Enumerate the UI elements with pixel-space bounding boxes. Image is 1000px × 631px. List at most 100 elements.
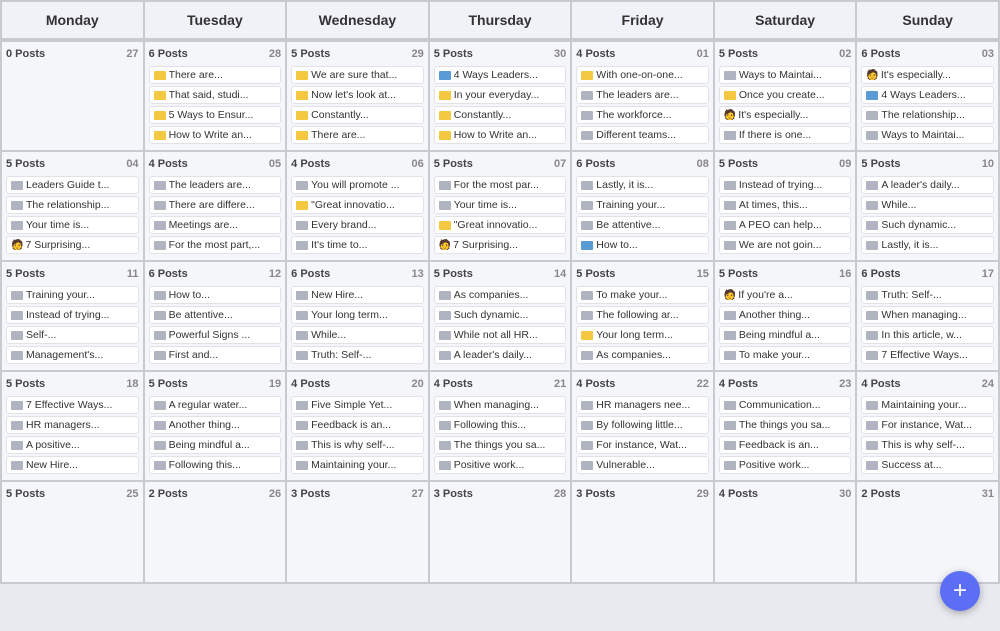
post-item[interactable]: A positive...: [6, 436, 139, 454]
post-item[interactable]: New Hire...: [6, 456, 139, 474]
post-item[interactable]: 4 Ways Leaders...: [434, 66, 567, 84]
post-item[interactable]: The things you sa...: [719, 416, 852, 434]
post-item[interactable]: Feedback is an...: [291, 416, 424, 434]
post-item[interactable]: The workforce...: [576, 106, 709, 124]
post-item[interactable]: HR managers nee...: [576, 396, 709, 414]
post-item[interactable]: With one-on-one...: [576, 66, 709, 84]
day-cell-week2-monday[interactable]: 5 Posts04Leaders Guide t...The relations…: [2, 152, 143, 260]
post-item[interactable]: This is why self-...: [861, 436, 994, 454]
post-item[interactable]: There are...: [149, 66, 282, 84]
post-item[interactable]: Such dynamic...: [861, 216, 994, 234]
post-item[interactable]: 🧑If you're a...: [719, 286, 852, 304]
post-item[interactable]: Positive work...: [434, 456, 567, 474]
post-item[interactable]: The leaders are...: [576, 86, 709, 104]
post-item[interactable]: 7 Effective Ways...: [861, 346, 994, 364]
post-item[interactable]: Another thing...: [149, 416, 282, 434]
day-cell-week3-friday[interactable]: 5 Posts15To make your...The following ar…: [572, 262, 713, 370]
post-item[interactable]: While not all HR...: [434, 326, 567, 344]
day-cell-week2-wednesday[interactable]: 4 Posts06You will promote ..."Great inno…: [287, 152, 428, 260]
post-item[interactable]: A leader's daily...: [861, 176, 994, 194]
post-item[interactable]: 🧑It's especially...: [861, 66, 994, 84]
post-item[interactable]: Ways to Maintai...: [861, 126, 994, 144]
post-item[interactable]: To make your...: [576, 286, 709, 304]
post-item[interactable]: Instead of trying...: [6, 306, 139, 324]
post-item[interactable]: The things you sa...: [434, 436, 567, 454]
post-item[interactable]: A regular water...: [149, 396, 282, 414]
day-cell-week3-thursday[interactable]: 5 Posts14As companies...Such dynamic...W…: [430, 262, 571, 370]
day-cell-week5-saturday[interactable]: 4 Posts30: [715, 482, 856, 582]
post-item[interactable]: HR managers...: [6, 416, 139, 434]
post-item[interactable]: Positive work...: [719, 456, 852, 474]
post-item[interactable]: 🧑7 Surprising...: [6, 236, 139, 254]
post-item[interactable]: That said, studi...: [149, 86, 282, 104]
day-cell-week4-sunday[interactable]: 4 Posts24Maintaining your...For instance…: [857, 372, 998, 480]
day-cell-week4-tuesday[interactable]: 5 Posts19A regular water...Another thing…: [145, 372, 286, 480]
post-item[interactable]: Management's...: [6, 346, 139, 364]
post-item[interactable]: How to...: [149, 286, 282, 304]
post-item[interactable]: The relationship...: [6, 196, 139, 214]
day-cell-week1-wednesday[interactable]: 5 Posts29We are sure that...Now let's lo…: [287, 42, 428, 150]
post-item[interactable]: As companies...: [434, 286, 567, 304]
post-item[interactable]: While...: [291, 326, 424, 344]
day-cell-week4-wednesday[interactable]: 4 Posts20Five Simple Yet...Feedback is a…: [287, 372, 428, 480]
day-cell-week1-tuesday[interactable]: 6 Posts28There are...That said, studi...…: [145, 42, 286, 150]
post-item[interactable]: Constantly...: [434, 106, 567, 124]
post-item[interactable]: Be attentive...: [149, 306, 282, 324]
post-item[interactable]: Such dynamic...: [434, 306, 567, 324]
post-item[interactable]: Your time is...: [434, 196, 567, 214]
post-item[interactable]: 🧑7 Surprising...: [434, 236, 567, 254]
post-item[interactable]: How to Write an...: [434, 126, 567, 144]
day-cell-week5-wednesday[interactable]: 3 Posts27: [287, 482, 428, 582]
post-item[interactable]: If there is one...: [719, 126, 852, 144]
post-item[interactable]: To make your...: [719, 346, 852, 364]
day-cell-week5-friday[interactable]: 3 Posts29: [572, 482, 713, 582]
post-item[interactable]: New Hire...: [291, 286, 424, 304]
post-item[interactable]: Once you create...: [719, 86, 852, 104]
post-item[interactable]: How to...: [576, 236, 709, 254]
day-cell-week4-saturday[interactable]: 4 Posts23Communication...The things you …: [715, 372, 856, 480]
post-item[interactable]: When managing...: [861, 306, 994, 324]
post-item[interactable]: 7 Effective Ways...: [6, 396, 139, 414]
post-item[interactable]: Being mindful a...: [719, 326, 852, 344]
post-item[interactable]: In this article, w...: [861, 326, 994, 344]
post-item[interactable]: It's time to...: [291, 236, 424, 254]
post-item[interactable]: There are differe...: [149, 196, 282, 214]
post-item[interactable]: Be attentive...: [576, 216, 709, 234]
day-cell-week1-sunday[interactable]: 6 Posts03🧑It's especially...4 Ways Leade…: [857, 42, 998, 150]
post-item[interactable]: 4 Ways Leaders...: [861, 86, 994, 104]
post-item[interactable]: Lastly, it is...: [576, 176, 709, 194]
post-item[interactable]: Ways to Maintai...: [719, 66, 852, 84]
post-item[interactable]: We are sure that...: [291, 66, 424, 84]
post-item[interactable]: Being mindful a...: [149, 436, 282, 454]
post-item[interactable]: Vulnerable...: [576, 456, 709, 474]
day-cell-week3-saturday[interactable]: 5 Posts16🧑If you're a...Another thing...…: [715, 262, 856, 370]
post-item[interactable]: Feedback is an...: [719, 436, 852, 454]
post-item[interactable]: For instance, Wat...: [576, 436, 709, 454]
day-cell-week4-monday[interactable]: 5 Posts187 Effective Ways...HR managers.…: [2, 372, 143, 480]
day-cell-week3-sunday[interactable]: 6 Posts17Truth: Self-...When managing...…: [857, 262, 998, 370]
post-item[interactable]: Maintaining your...: [291, 456, 424, 474]
day-cell-week1-monday[interactable]: 0 Posts27: [2, 42, 143, 150]
post-item[interactable]: We are not goin...: [719, 236, 852, 254]
post-item[interactable]: Maintaining your...: [861, 396, 994, 414]
day-cell-week1-friday[interactable]: 4 Posts01With one-on-one...The leaders a…: [572, 42, 713, 150]
post-item[interactable]: Instead of trying...: [719, 176, 852, 194]
day-cell-week2-tuesday[interactable]: 4 Posts05The leaders are...There are dif…: [145, 152, 286, 260]
post-item[interactable]: Constantly...: [291, 106, 424, 124]
post-item[interactable]: In your everyday...: [434, 86, 567, 104]
post-item[interactable]: You will promote ...: [291, 176, 424, 194]
post-item[interactable]: For instance, Wat...: [861, 416, 994, 434]
day-cell-week4-friday[interactable]: 4 Posts22HR managers nee...By following …: [572, 372, 713, 480]
post-item[interactable]: Another thing...: [719, 306, 852, 324]
post-item[interactable]: Your time is...: [6, 216, 139, 234]
day-cell-week2-thursday[interactable]: 5 Posts07For the most par...Your time is…: [430, 152, 571, 260]
post-item[interactable]: Meetings are...: [149, 216, 282, 234]
day-cell-week1-saturday[interactable]: 5 Posts02Ways to Maintai...Once you crea…: [715, 42, 856, 150]
post-item[interactable]: For the most part,...: [149, 236, 282, 254]
post-item[interactable]: The leaders are...: [149, 176, 282, 194]
day-cell-week2-sunday[interactable]: 5 Posts10A leader's daily...While...Such…: [857, 152, 998, 260]
post-item[interactable]: Lastly, it is...: [861, 236, 994, 254]
post-item[interactable]: Powerful Signs ...: [149, 326, 282, 344]
post-item[interactable]: Your long term...: [576, 326, 709, 344]
post-item[interactable]: A leader's daily...: [434, 346, 567, 364]
